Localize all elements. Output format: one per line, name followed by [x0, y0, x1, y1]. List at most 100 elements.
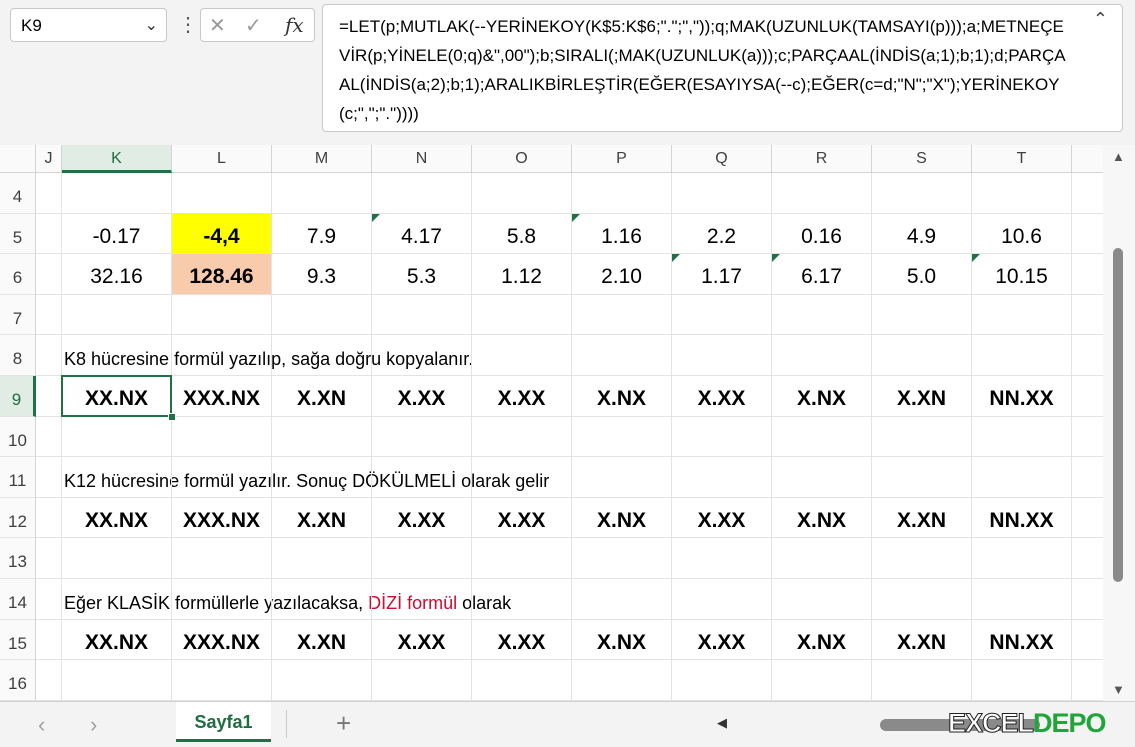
scroll-down-icon[interactable]: ▼ [1112, 682, 1125, 697]
column-header-m[interactable]: M [272, 145, 372, 173]
cell-r12[interactable]: X.NX [772, 498, 871, 538]
row-header-12[interactable]: 12 [0, 497, 36, 539]
cell-o15[interactable]: X.XX [472, 620, 571, 660]
chevron-down-icon[interactable]: ⌄ [145, 15, 158, 35]
row-header-7[interactable]: 7 [0, 294, 36, 336]
formula-buttons: ✕ ✓ fx [200, 8, 315, 42]
cell-t5[interactable]: 10.6 [972, 214, 1071, 254]
cell-q12[interactable]: X.XX [672, 498, 771, 538]
row-header-8[interactable]: 8 [0, 335, 36, 376]
cell-q9[interactable]: X.XX [672, 376, 771, 416]
cancel-icon[interactable]: ✕ [209, 13, 226, 38]
cell-s5[interactable]: 4.9 [872, 214, 971, 254]
row-header-5[interactable]: 5 [0, 213, 36, 255]
cell-n6[interactable]: 5.3 [372, 254, 471, 294]
cell-l6[interactable]: 128.46 [172, 254, 271, 294]
error-indicator-icon[interactable] [772, 254, 780, 263]
scroll-up-icon[interactable]: ▲ [1112, 149, 1125, 164]
cell-n9[interactable]: X.XX [372, 376, 471, 416]
name-box[interactable]: K9 ⌄ [10, 8, 167, 42]
collapse-formula-bar-icon[interactable]: ⌃ [1093, 9, 1108, 30]
cell-q15[interactable]: X.XX [672, 620, 771, 660]
fill-handle[interactable] [168, 412, 176, 421]
row-header-14[interactable]: 14 [0, 579, 36, 620]
cell-n15[interactable]: X.XX [372, 620, 471, 660]
error-indicator-icon[interactable] [972, 254, 980, 263]
row-header-6[interactable]: 6 [0, 254, 36, 295]
cell-l5[interactable]: -4,4 [172, 213, 271, 254]
cell-r15[interactable]: X.NX [772, 620, 871, 660]
row-header-4[interactable]: 4 [0, 173, 36, 214]
cell-r6[interactable]: 6.17 [772, 254, 871, 294]
row-header-10[interactable]: 10 [0, 416, 36, 458]
cell-p9[interactable]: X.NX [572, 376, 671, 416]
cell-m12[interactable]: X.XN [272, 498, 371, 538]
column-header-l[interactable]: L [172, 145, 272, 173]
cell-o9[interactable]: X.XX [472, 376, 571, 416]
cell-q6[interactable]: 1.17 [672, 254, 771, 294]
column-header-q[interactable]: Q [672, 145, 772, 173]
error-indicator-icon[interactable] [672, 254, 680, 263]
next-sheet-icon[interactable]: › [90, 712, 97, 738]
cell-p6[interactable]: 2.10 [572, 254, 671, 294]
cell-m15[interactable]: X.XN [272, 620, 371, 660]
row-header-13[interactable]: 13 [0, 538, 36, 579]
cell-s12[interactable]: X.XN [872, 498, 971, 538]
vertical-scrollbar[interactable]: ▲ ▼ [1103, 145, 1135, 701]
column-header-k[interactable]: K [62, 145, 172, 173]
column-header-s[interactable]: S [872, 145, 972, 173]
cell-k5[interactable]: -0.17 [62, 214, 171, 254]
vertical-scroll-thumb[interactable] [1113, 248, 1123, 582]
cell-l12[interactable]: XXX.NX [172, 498, 271, 538]
row-header-15[interactable]: 15 [0, 619, 36, 661]
cell-r5[interactable]: 0.16 [772, 214, 871, 254]
cell-q5[interactable]: 2.2 [672, 214, 771, 254]
scroll-left-icon[interactable]: ◀ [717, 715, 727, 731]
cell-p15[interactable]: X.NX [572, 620, 671, 660]
cell-t15[interactable]: NN.XX [972, 620, 1071, 660]
enter-icon[interactable]: ✓ [245, 13, 262, 38]
cell-o6[interactable]: 1.12 [472, 254, 571, 294]
more-options-icon[interactable]: ⋮ [178, 10, 198, 40]
cell-p12[interactable]: X.NX [572, 498, 671, 538]
row-header-11[interactable]: 11 [0, 457, 36, 498]
select-all-corner[interactable] [0, 145, 36, 173]
cell-t9[interactable]: NN.XX [972, 376, 1071, 416]
insert-function-button[interactable]: fx [285, 13, 304, 37]
cell-l9[interactable]: XXX.NX [172, 376, 271, 416]
error-indicator-icon[interactable] [572, 213, 580, 222]
cell-t12[interactable]: NN.XX [972, 498, 1071, 538]
cell-s9[interactable]: X.XN [872, 376, 971, 416]
tab-sayfa1[interactable]: Sayfa1 [176, 702, 271, 742]
column-header-j[interactable]: J [36, 145, 62, 173]
cell-m6[interactable]: 9.3 [272, 254, 371, 294]
cell-o5[interactable]: 5.8 [472, 214, 571, 254]
row-header-9[interactable]: 9 [0, 376, 36, 417]
cell-m9[interactable]: X.XN [272, 376, 371, 416]
worksheet-grid[interactable]: K8 hücresine formül yazılıp, sağa doğru … [36, 173, 1103, 701]
column-header-o[interactable]: O [472, 145, 572, 173]
error-indicator-icon[interactable] [372, 213, 380, 222]
cell-l15[interactable]: XXX.NX [172, 620, 271, 660]
cell-k6[interactable]: 32.16 [62, 254, 171, 294]
prev-sheet-icon[interactable]: ‹ [38, 712, 45, 738]
note-row14-red-part: DİZİ formül [368, 593, 458, 613]
cell-m5[interactable]: 7.9 [272, 214, 371, 254]
cell-t6[interactable]: 10.15 [972, 254, 1071, 294]
cell-s15[interactable]: X.XN [872, 620, 971, 660]
column-header-r[interactable]: R [772, 145, 872, 173]
cell-n12[interactable]: X.XX [372, 498, 471, 538]
cell-r9[interactable]: X.NX [772, 376, 871, 416]
cell-s6[interactable]: 5.0 [872, 254, 971, 294]
column-header-t[interactable]: T [972, 145, 1072, 173]
formula-input[interactable]: =LET(p;MUTLAK(--YERİNEKOY(K$5:K$6;".";",… [322, 4, 1123, 132]
cell-n5[interactable]: 4.17 [372, 214, 471, 254]
row-header-16[interactable]: 16 [0, 660, 36, 701]
cell-p5[interactable]: 1.16 [572, 214, 671, 254]
column-header-p[interactable]: P [572, 145, 672, 173]
cell-k15[interactable]: XX.NX [62, 620, 171, 660]
cell-k12[interactable]: XX.NX [62, 498, 171, 538]
add-sheet-icon[interactable]: + [336, 708, 351, 739]
column-header-n[interactable]: N [372, 145, 472, 173]
cell-o12[interactable]: X.XX [472, 498, 571, 538]
